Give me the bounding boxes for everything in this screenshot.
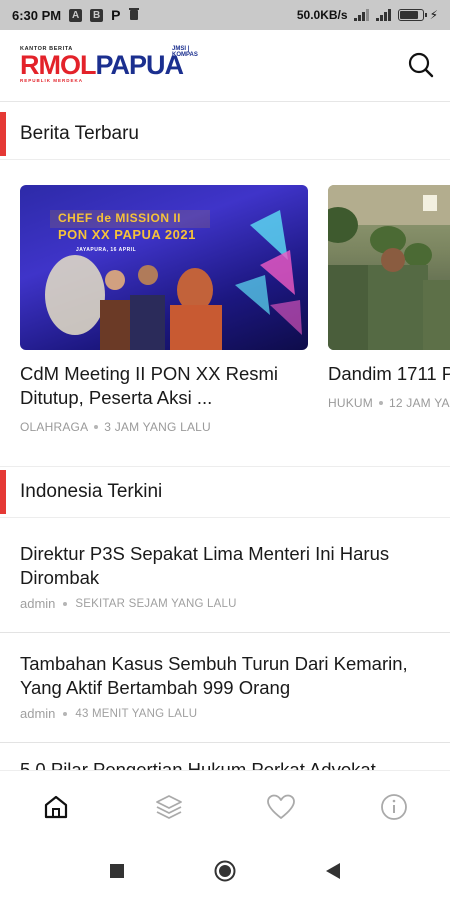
app-header: KANTOR BERITA RMOLPAPUA REPUBLIK MERDEKA… <box>0 30 450 102</box>
logo-red-text: RMOL <box>20 50 96 80</box>
network-speed: 50.0KB/s <box>296 8 348 22</box>
image-caption-3: JAYAPURA, 16 APRIL <box>76 247 137 253</box>
search-icon <box>408 52 434 78</box>
section-header-latest: Berita Terbaru <box>0 108 450 160</box>
search-button[interactable] <box>406 50 436 80</box>
list-item-meta: admin SEKITAR SEJAM YANG LALU <box>20 596 430 611</box>
heart-icon <box>267 794 296 819</box>
rmol-papua-logo[interactable]: KANTOR BERITA RMOLPAPUA REPUBLIK MERDEKA… <box>20 46 198 83</box>
list-item-title[interactable]: Tambahan Kasus Sembuh Turun Dari Kemarin… <box>20 652 430 700</box>
list-item-author[interactable]: admin <box>20 596 55 611</box>
image-caption-2: PON XX PAPUA 2021 <box>58 227 196 242</box>
section-title: Indonesia Terkini <box>20 481 163 502</box>
signal-icon <box>375 9 392 21</box>
card-category[interactable]: OLAHRAGA <box>20 420 88 434</box>
square-icon <box>110 864 124 878</box>
logo-blue-text: PAPUA <box>95 50 184 80</box>
news-carousel[interactable]: CHEF de MISSION II PON XX PAPUA 2021 JAY… <box>0 185 450 445</box>
card-meta: HUKUM 12 JAM YA <box>328 396 450 410</box>
home-icon <box>45 795 68 818</box>
layers-icon <box>155 794 182 819</box>
meta-separator <box>63 601 68 606</box>
section-header-indonesia: Indonesia Terkini <box>0 466 450 518</box>
section-accent-bar <box>0 470 6 514</box>
card-time: 12 JAM YA <box>389 396 450 410</box>
meta-separator <box>379 401 383 405</box>
meta-separator <box>63 711 68 716</box>
list-item-author[interactable]: admin <box>20 706 55 721</box>
list-item-meta: admin 43 MENIT YANG LALU <box>20 706 430 721</box>
info-icon <box>380 793 407 820</box>
card-time: 3 JAM YANG LALU <box>104 420 211 434</box>
list-item[interactable]: Tambahan Kasus Sembuh Turun Dari Kemarin… <box>0 652 450 743</box>
nav-categories-button[interactable] <box>144 782 194 832</box>
home-system-button[interactable] <box>205 851 245 891</box>
bottom-navigation <box>0 770 450 842</box>
list-item-time: 43 MENIT YANG LALU <box>75 707 198 720</box>
card-headline[interactable]: Dandim 1711 Pimpin KOPRA <box>328 362 450 386</box>
image-caption-1: CHEF de MISSION II <box>58 211 182 225</box>
system-navigation-bar <box>0 842 450 900</box>
carousel-card[interactable]: CHEF de MISSION II PON XX PAPUA 2021 JAY… <box>20 185 308 434</box>
meta-separator <box>94 425 99 429</box>
card-headline[interactable]: CdM Meeting II PON XX Resmi Ditutup, Pes… <box>20 362 308 410</box>
section-title: Berita Terbaru <box>20 122 139 144</box>
nav-favorites-button[interactable] <box>256 782 306 832</box>
battery-icon <box>397 9 427 21</box>
list-item-title[interactable]: Direktur P3S Sepakat Lima Menteri Ini Ha… <box>20 542 430 590</box>
logo-wordmark: RMOLPAPUA <box>20 50 184 80</box>
list-item-time: SEKITAR SEJAM YANG LALU <box>75 597 237 610</box>
signal-icon <box>353 9 370 21</box>
p-icon: P <box>111 7 121 23</box>
card-image <box>328 185 450 350</box>
back-button[interactable] <box>313 851 353 891</box>
trash-icon <box>128 7 140 23</box>
charging-icon: ⚡ <box>429 8 438 22</box>
card-image: CHEF de MISSION II PON XX PAPUA 2021 JAY… <box>20 185 308 350</box>
status-bar: 6:30 PM A B P 50.0KB/s ⚡ <box>0 0 450 30</box>
section-accent-bar <box>0 111 6 156</box>
recents-button[interactable] <box>97 851 137 891</box>
nav-home-button[interactable] <box>31 782 81 832</box>
logo-tag-text: JMSI | KOMPAS <box>172 46 198 58</box>
back-triangle-icon <box>326 863 340 879</box>
card-category[interactable]: HUKUM <box>328 396 373 410</box>
carousel-card[interactable]: Dandim 1711 Pimpin KOPRA HUKUM 12 JAM YA <box>328 185 450 410</box>
card-meta: OLAHRAGA 3 JAM YANG LALU <box>20 420 308 434</box>
status-time: 6:30 PM <box>12 7 62 23</box>
app-b-icon: B <box>90 8 104 22</box>
circle-icon <box>214 860 236 882</box>
nav-info-button[interactable] <box>369 782 419 832</box>
app-a-icon: A <box>69 8 83 22</box>
list-item[interactable]: Direktur P3S Sepakat Lima Menteri Ini Ha… <box>0 542 450 633</box>
